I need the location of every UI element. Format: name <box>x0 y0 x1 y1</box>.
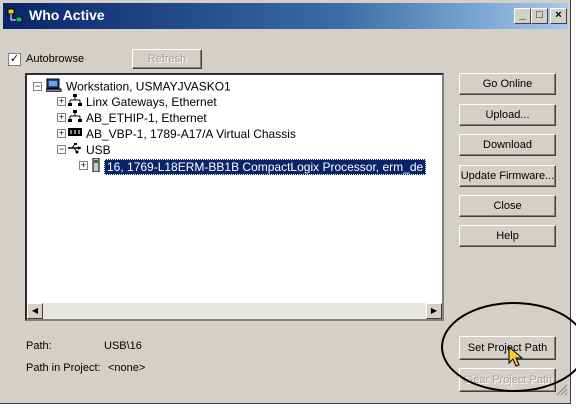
maximize-button[interactable]: □ <box>531 8 548 24</box>
collapse-toggle[interactable]: − <box>57 145 66 154</box>
close-window-button[interactable]: × <box>550 8 567 24</box>
usb-icon <box>68 142 82 157</box>
expand-toggle[interactable]: + <box>57 129 66 138</box>
ethernet-network-icon <box>68 110 82 126</box>
go-online-button[interactable]: Go Online <box>459 73 556 95</box>
computer-icon <box>45 78 62 95</box>
download-button[interactable]: Download <box>459 134 556 156</box>
tree-node-linx-gateways[interactable]: Linx Gateways, Ethernet <box>68 94 217 109</box>
tree-node-workstation[interactable]: Workstation, USMAYJVASKO1 <box>45 78 231 95</box>
resize-grip-icon[interactable] <box>556 383 568 401</box>
horizontal-scrollbar[interactable]: ◀ ▶ <box>27 303 442 319</box>
ethernet-network-icon <box>68 94 82 110</box>
help-button[interactable]: Help <box>459 225 556 247</box>
selected-processor-label: 16, 1769-L18ERM-BB1B CompactLogix Proces… <box>104 158 427 175</box>
device-tree[interactable]: − Workstation, USMAYJVASKO1 + Linx Gatew… <box>25 73 444 321</box>
tree-node-processor[interactable]: 16, 1769-L18ERM-BB1B CompactLogix Proces… <box>92 157 427 175</box>
tree-node-ab-vbp[interactable]: AB_VBP-1, 1789-A17/A Virtual Chassis <box>68 126 296 141</box>
virtual-chassis-icon <box>68 126 82 141</box>
upload-button[interactable]: Upload... <box>459 104 556 126</box>
window-title: Who Active <box>29 7 105 23</box>
path-value: USB\16 <box>104 340 142 352</box>
collapse-toggle[interactable]: − <box>33 82 42 91</box>
expand-toggle[interactable]: + <box>79 161 88 170</box>
path-label: Path: <box>26 340 52 352</box>
update-firmware-button[interactable]: Update Firmware... <box>459 165 556 187</box>
tree-node-usb[interactable]: USB <box>68 142 111 157</box>
controller-icon <box>92 157 100 175</box>
path-in-project-label: Path in Project: <box>26 362 101 374</box>
title-bar[interactable]: Who Active _ □ × <box>3 3 568 29</box>
expand-toggle[interactable]: + <box>57 113 66 122</box>
mouse-cursor-icon <box>508 345 524 373</box>
scroll-right-arrow-icon[interactable]: ▶ <box>426 303 442 319</box>
network-app-icon <box>7 8 23 29</box>
refresh-button[interactable]: Refresh <box>132 49 202 69</box>
autobrowse-checkbox[interactable]: ✓ <box>8 53 21 66</box>
autobrowse-label: Autobrowse <box>26 53 85 65</box>
path-in-project-value: <none> <box>108 362 146 374</box>
close-button[interactable]: Close <box>459 195 556 217</box>
scroll-left-arrow-icon[interactable]: ◀ <box>27 303 43 319</box>
minimize-button[interactable]: _ <box>514 8 531 24</box>
tree-node-ab-ethip[interactable]: AB_ETHIP-1, Ethernet <box>68 110 207 125</box>
expand-toggle[interactable]: + <box>57 97 66 106</box>
